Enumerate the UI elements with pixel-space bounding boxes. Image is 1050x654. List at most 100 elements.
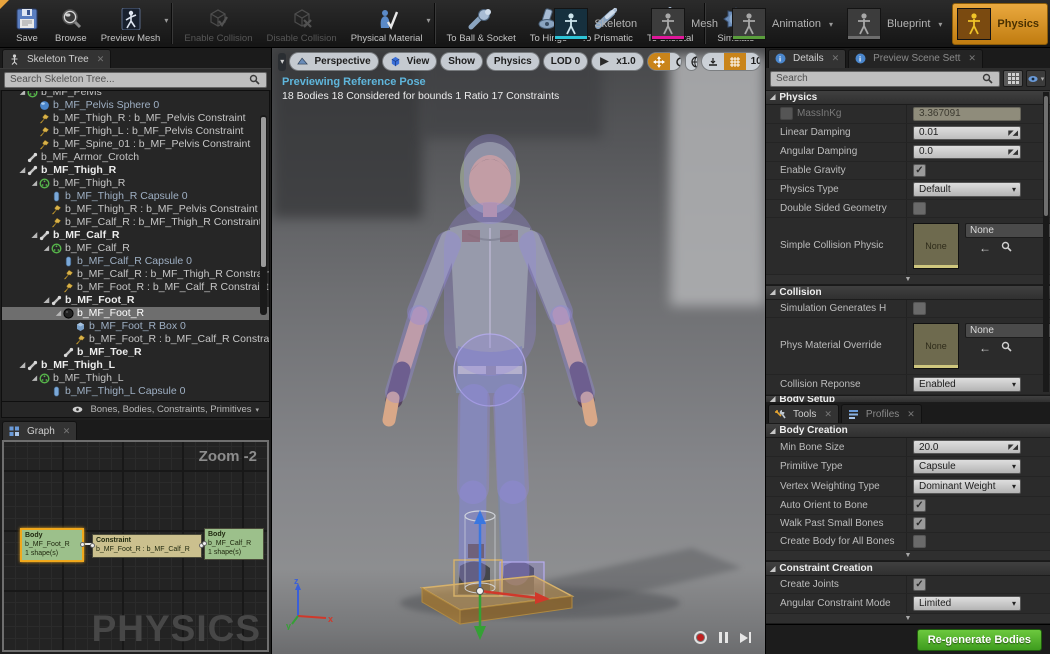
value-spinbox[interactable]: 0.0◤◢	[913, 145, 1021, 159]
tree-row-b-mf-toe-r[interactable]: b_MF_Toe_R	[2, 346, 269, 359]
step-forward-button[interactable]	[740, 632, 751, 643]
value-checkbox[interactable]	[913, 202, 926, 215]
tree-row-b-mf-thigh-l[interactable]: ◢b_MF_Thigh_L	[2, 359, 269, 372]
tree-row-b-mf-thigh-l-capsule-0[interactable]: b_MF_Thigh_L Capsule 0	[2, 385, 269, 398]
tree-row-b-mf-foot-r[interactable]: ◢b_MF_Foot_R	[2, 294, 269, 307]
value-checkbox[interactable]: ✓	[913, 578, 926, 591]
surface-snap-button[interactable]	[702, 53, 724, 70]
graph-node-body-b-mf-calf-r[interactable]: Bodyb_MF_Calf_R1 shape(s)	[204, 528, 264, 560]
close-icon[interactable]: ✕	[907, 409, 915, 420]
tree-row-b-mf-calf-r[interactable]: ◢b_MF_Calf_R	[2, 242, 269, 255]
value-dropdown[interactable]: Capsule▾	[913, 459, 1021, 474]
property-matrix-button[interactable]	[1003, 70, 1023, 87]
viewport-button-physics[interactable]: Physics	[486, 52, 540, 71]
chevron-down-icon[interactable]: ▾	[164, 16, 168, 25]
expand-arrow-icon[interactable]: ◢	[30, 372, 39, 385]
toolbar-button-save[interactable]: Save	[6, 0, 48, 47]
tab-details[interactable]: iDetails✕	[768, 49, 846, 68]
close-icon[interactable]: ✕	[824, 409, 832, 420]
grid-snap-value[interactable]: 10▾	[746, 53, 761, 70]
node-pin[interactable]	[80, 542, 85, 547]
value-dropdown[interactable]: Dominant Weight▾	[913, 479, 1021, 494]
section-body-setup[interactable]: ◢Body Setup	[766, 395, 1050, 403]
tab-tools[interactable]: Tools✕	[768, 404, 839, 423]
value-dropdown[interactable]: Limited▾	[913, 596, 1021, 611]
value-checkbox[interactable]: ✓	[913, 517, 926, 530]
section-header-collision[interactable]: ◢Collision	[766, 285, 1050, 300]
coordinate-system-button[interactable]	[685, 52, 698, 71]
tree-row-b-mf-thigh-l[interactable]: ◢b_MF_Thigh_L	[2, 372, 269, 385]
details-scrollbar[interactable]	[1043, 92, 1049, 392]
tree-row-b-mf-thigh-r-b-mf-pelvis-constraint[interactable]: b_MF_Thigh_R : b_MF_Pelvis Constraint	[2, 203, 269, 216]
tab-graph[interactable]: Graph ✕	[2, 421, 77, 440]
node-pin[interactable]	[90, 543, 95, 548]
node-pin[interactable]	[202, 541, 207, 546]
section-header-physics[interactable]: ◢Physics	[766, 90, 1050, 105]
tree-row-b-mf-thigh-l-b-mf-pelvis-constraint[interactable]: b_MF_Thigh_L : b_MF_Pelvis Constraint	[2, 125, 269, 138]
tree-filter-bar[interactable]: Bones, Bodies, Constraints, Primitives ▾	[1, 402, 270, 418]
expand-arrow-icon[interactable]: ◢	[30, 229, 39, 242]
display-filter-button[interactable]: ▾	[1026, 70, 1046, 87]
section-expander[interactable]: ▼	[766, 614, 1050, 624]
value-spinbox[interactable]: 0.01◤◢	[913, 126, 1021, 140]
expand-arrow-icon[interactable]: ◢	[42, 242, 51, 255]
section-expander[interactable]: ▼	[766, 275, 1050, 285]
section-header-constraint-creation[interactable]: ◢Constraint Creation	[766, 561, 1050, 576]
value-spinbox[interactable]: 20.0◤◢	[913, 440, 1021, 454]
rotate-tool-button[interactable]	[670, 53, 682, 70]
tree-row-b-mf-calf-r-capsule-0[interactable]: b_MF_Calf_R Capsule 0	[2, 255, 269, 268]
toolbar-button-preview-mesh[interactable]: Preview Mesh▾	[94, 0, 168, 47]
tree-row-b-mf-thigh-r[interactable]: ◢b_MF_Thigh_R	[2, 177, 269, 190]
spinner-icon[interactable]: ◤◢	[1008, 148, 1017, 156]
asset-dropdown[interactable]: None▾	[965, 223, 1050, 238]
value-dropdown[interactable]: Default▾	[913, 182, 1021, 197]
asset-tab-mesh[interactable]: Mesh	[647, 3, 726, 45]
skeleton-tree-scrollbar[interactable]	[260, 115, 267, 315]
skeleton-tree-search-input[interactable]	[4, 72, 267, 88]
spinner-icon[interactable]: ◤◢	[1008, 443, 1017, 451]
close-icon[interactable]: ✕	[97, 54, 105, 65]
close-icon[interactable]: ✕	[832, 53, 840, 64]
graph-canvas[interactable]: Zoom -2 PHYSICS Bodyb_MF_Foot_R1 shape(s…	[2, 440, 269, 652]
expand-arrow-icon[interactable]: ◢	[30, 177, 39, 190]
viewport-button-show[interactable]: Show	[440, 52, 483, 71]
graph-node-body-b-mf-foot-r[interactable]: Bodyb_MF_Foot_R1 shape(s)	[20, 528, 84, 562]
value-checkbox[interactable]: ✓	[913, 164, 926, 177]
regenerate-bodies-button[interactable]: Re-generate Bodies	[917, 629, 1042, 651]
tree-row-b-mf-thigh-r-b-mf-pelvis-constraint[interactable]: b_MF_Thigh_R : b_MF_Pelvis Constraint	[2, 112, 269, 125]
section-header-body-creation[interactable]: ◢Body Creation	[766, 423, 1050, 438]
graph-node-constraint-b-mf-foot-r-b-mf-calf-r[interactable]: Constraintb_MF_Foot_R : b_MF_Calf_R	[92, 534, 202, 558]
value-checkbox[interactable]	[913, 302, 926, 315]
record-button[interactable]	[694, 631, 707, 644]
expand-arrow-icon[interactable]: ◢	[54, 307, 63, 320]
move-tool-button[interactable]	[648, 53, 670, 70]
expand-arrow-icon[interactable]: ◢	[18, 164, 27, 177]
asset-tab-blueprint[interactable]: Blueprint▾	[843, 3, 950, 45]
tree-row-b-mf-calf-r[interactable]: ◢b_MF_Calf_R	[2, 229, 269, 242]
tree-row-b-mf-foot-r-b-mf-calf-r-constraint[interactable]: b_MF_Foot_R : b_MF_Calf_R Constraint	[2, 333, 269, 346]
value-checkbox[interactable]	[913, 535, 926, 548]
asset-thumbnail[interactable]: None	[913, 323, 959, 369]
tree-row-b-mf-calf-r-b-mf-thigh-r-constraint[interactable]: b_MF_Calf_R : b_MF_Thigh_R Constraint	[2, 216, 269, 229]
grid-snap-button[interactable]	[724, 53, 746, 70]
use-selected-icon[interactable]: ←	[979, 341, 991, 355]
viewport-button-view[interactable]: View	[382, 52, 438, 71]
spinner-icon[interactable]: ◤◢	[1008, 129, 1017, 137]
tree-row-b-mf-calf-r-b-mf-thigh-r-constraint[interactable]: b_MF_Calf_R : b_MF_Thigh_R Constraint	[2, 268, 269, 281]
tree-row-b-mf-armor-crotch[interactable]: b_MF_Armor_Crotch	[2, 151, 269, 164]
tree-row-b-mf-pelvis-sphere-0[interactable]: b_MF_Pelvis Sphere 0	[2, 99, 269, 112]
tree-row-b-mf-pelvis[interactable]: ◢b_MF_Pelvis	[2, 90, 269, 99]
use-selected-icon[interactable]: ←	[979, 241, 991, 255]
browse-asset-icon[interactable]	[1001, 241, 1012, 255]
toolbar-button-browse[interactable]: Browse	[48, 0, 94, 47]
tree-row-b-mf-foot-r[interactable]: ◢b_MF_Foot_R	[2, 307, 269, 320]
value-checkbox[interactable]: ✓	[913, 499, 926, 512]
close-icon[interactable]: ✕	[968, 53, 976, 64]
tab-preview-scene-sett[interactable]: iPreview Scene Sett✕	[848, 49, 983, 68]
asset-tab-skeleton[interactable]: Skeleton	[550, 3, 645, 45]
tree-row-b-mf-thigh-r-capsule-0[interactable]: b_MF_Thigh_R Capsule 0	[2, 190, 269, 203]
tree-row-b-mf-spine-01-b-mf-pelvis-constraint[interactable]: b_MF_Spine_01 : b_MF_Pelvis Constraint	[2, 138, 269, 151]
expand-arrow-icon[interactable]: ◢	[18, 90, 27, 99]
asset-tab-animation[interactable]: Animation▾	[728, 3, 841, 45]
tree-row-b-mf-thigh-r[interactable]: ◢b_MF_Thigh_R	[2, 164, 269, 177]
